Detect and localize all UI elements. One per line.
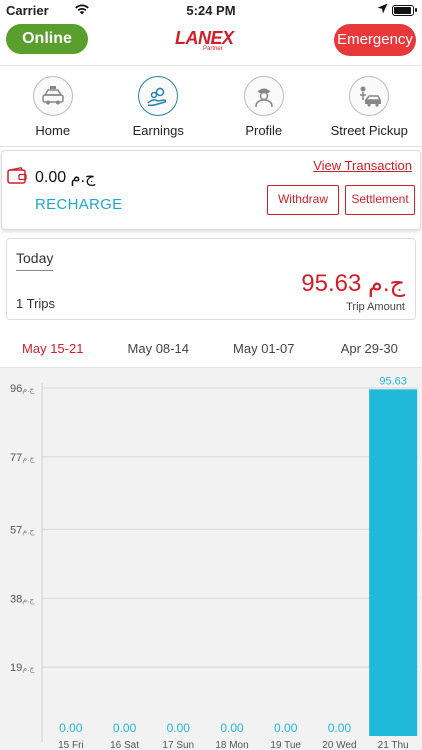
withdraw-button[interactable]: Withdraw [267, 185, 339, 215]
nav-item-home[interactable]: Home [0, 66, 106, 146]
nav-label-street-pickup: Street Pickup [330, 123, 408, 138]
location-arrow-icon [377, 2, 388, 17]
nav-label-home: Home [35, 123, 71, 138]
today-label: Today [16, 250, 54, 271]
x-tick-label: 21 Thu [378, 740, 409, 750]
bar-value-label: 0.00 [220, 721, 244, 735]
logo-text: LANEX [175, 28, 234, 48]
chart-bar [369, 389, 418, 736]
nav-item-earnings[interactable]: Earnings [106, 66, 212, 146]
recharge-button[interactable]: RECHARGE [35, 196, 122, 213]
trips-count: 1 Trips [16, 296, 56, 311]
y-tick-label: 38ج.م [10, 593, 35, 605]
x-tick-label: 19 Tue [270, 740, 301, 750]
street-pickup-icon [349, 76, 390, 116]
main-nav: Home Earnings Profile Street Pickup [0, 65, 422, 147]
nav-label-earnings: Earnings [132, 123, 184, 138]
view-transaction-link[interactable]: View Transaction [313, 158, 412, 173]
status-bar: Carrier 5:24 PM [0, 0, 422, 20]
tab-week-0[interactable]: May 15-21 [0, 330, 106, 367]
money-hand-icon [138, 76, 179, 116]
battery-icon [392, 5, 417, 16]
tab-week-3[interactable]: Apr 29-30 [317, 330, 422, 367]
x-tick-label: 16 Sat [110, 740, 139, 750]
x-tick-label: 17 Sun [162, 740, 194, 750]
lanex-logo: LANEX Partner [175, 28, 247, 56]
bar-value-label: 0.00 [274, 721, 298, 735]
nav-item-street-pickup[interactable]: Street Pickup [317, 66, 422, 146]
y-tick-label: 57ج.م [10, 524, 35, 536]
y-tick-label: 96ج.م [10, 383, 35, 395]
clock: 5:24 PM [186, 3, 236, 18]
bar-value-label: 0.00 [328, 721, 352, 735]
bar-value-label: 0.00 [113, 721, 137, 735]
week-tabs: May 15-21 May 08-14 May 01-07 Apr 29-30 [0, 330, 422, 368]
online-button[interactable]: Online [6, 24, 88, 54]
nav-item-profile[interactable]: Profile [211, 66, 317, 146]
bar-value-label: 95.63 [379, 375, 407, 387]
bar-value-label: 0.00 [167, 721, 191, 735]
y-tick-label: 77ج.م [10, 452, 35, 464]
wallet-balance: ج.م 0.00 [35, 169, 96, 186]
x-tick-label: 20 Wed [322, 740, 356, 750]
wallet-icon [7, 167, 27, 185]
x-tick-label: 15 Fri [58, 740, 84, 750]
earnings-chart-svg: 19ج.م 38ج.م 57ج.م 77ج.م 96ج.م 0.00 15 Fri 0.00 1… [10, 375, 418, 750]
tab-week-1[interactable]: May 08-14 [106, 330, 212, 367]
today-summary-card: Today 1 Trips ج.م 95.63 Trip Amount [6, 238, 416, 320]
y-tick-label: 19ج.م [10, 662, 35, 674]
taxi-icon [32, 76, 73, 116]
x-tick-label: 18 Mon [215, 740, 248, 750]
driver-icon [243, 76, 284, 116]
logo-subtext: Partner [203, 46, 223, 52]
trip-amount-value: ج.م 95.63 [301, 270, 405, 297]
tab-week-2[interactable]: May 01-07 [211, 330, 317, 367]
trip-amount-label: Trip Amount [346, 301, 405, 313]
wallet-card: ج.م 0.00 RECHARGE View Transaction Withd… [1, 150, 421, 230]
nav-label-profile: Profile [245, 123, 283, 138]
bar-value-label: 0.00 [59, 721, 83, 735]
earnings-chart: 19ج.م 38ج.م 57ج.م 77ج.م 96ج.م 0.00 15 Fri 0.00 1… [0, 368, 422, 750]
emergency-button[interactable]: Emergency [334, 24, 416, 56]
settlement-button[interactable]: Settlement [345, 185, 415, 215]
top-bar: Online LANEX Partner Emergency [0, 20, 422, 65]
